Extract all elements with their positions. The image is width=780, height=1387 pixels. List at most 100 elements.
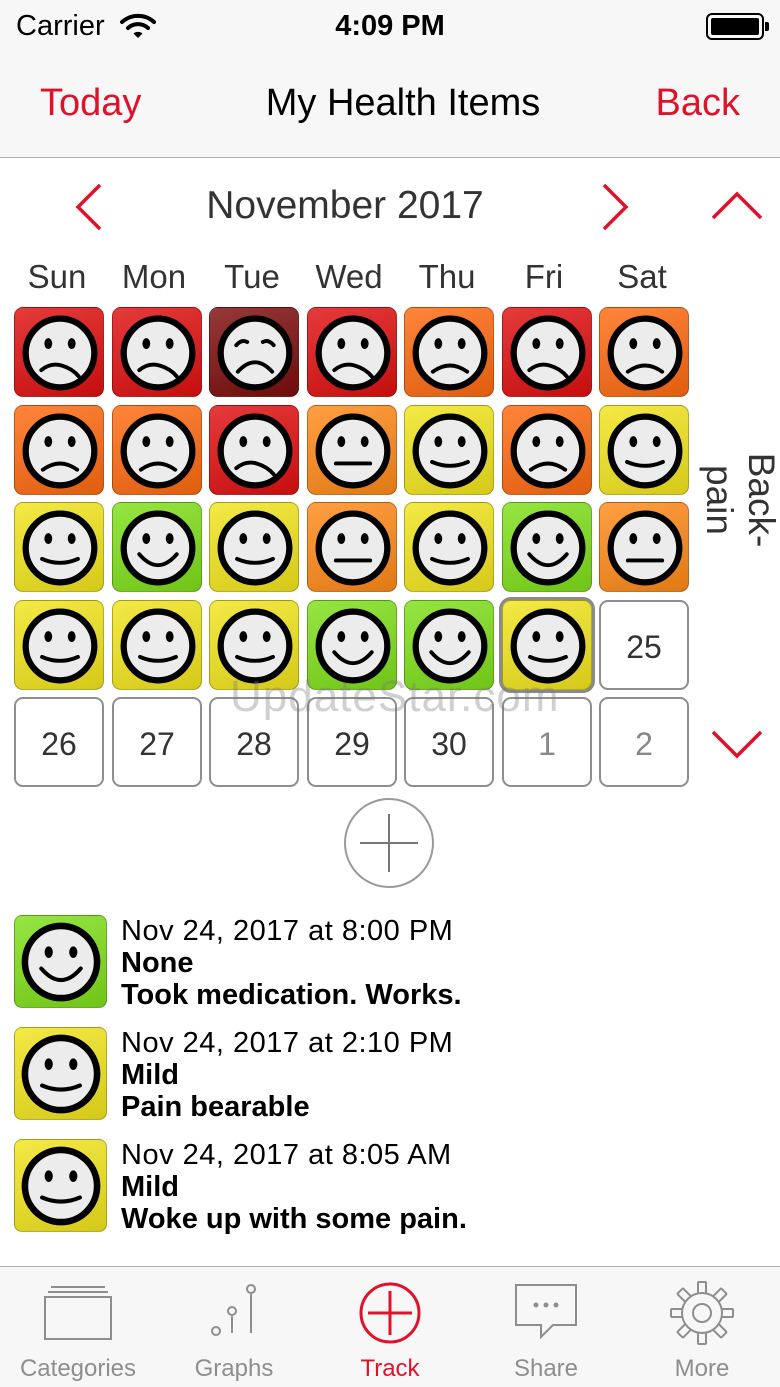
calendar-day-cell[interactable]: 27 <box>112 697 202 787</box>
month-title: November 2017 <box>206 184 484 227</box>
tab-share[interactable]: Share <box>468 1267 624 1387</box>
day-number: 30 <box>431 726 467 762</box>
entry-row[interactable]: Nov 24, 2017 at 8:05 AM Mild Woke up with … <box>14 1139 764 1235</box>
entry-row[interactable]: Nov 24, 2017 at 2:10 PM Mild Pain bearable <box>14 1027 764 1123</box>
happy-face-icon <box>120 510 196 586</box>
tab-bar: Categories Graphs Track Share More <box>0 1266 780 1387</box>
weekday-label: Thu <box>418 258 476 295</box>
calendar-day-cell[interactable] <box>307 502 397 592</box>
calendar-day-cell[interactable] <box>502 405 592 495</box>
calendar-day-cell[interactable] <box>404 405 494 495</box>
sad-wavy-face-icon <box>510 315 586 391</box>
calendar-day-cell[interactable] <box>14 502 104 592</box>
entry-date: Nov 24, 2017 at 8:05 AM <box>121 1139 452 1171</box>
calendar-day-cell[interactable] <box>502 307 592 397</box>
tab-categories[interactable]: Categories <box>0 1267 156 1387</box>
cry-face-icon <box>217 315 293 391</box>
mild-face-icon <box>22 510 98 586</box>
weekday-label: Wed <box>315 258 383 295</box>
calendar-day-cell[interactable] <box>112 502 202 592</box>
tab-graphs[interactable]: Graphs <box>156 1267 312 1387</box>
day-number: 29 <box>334 726 370 762</box>
entry-mood-thumbnail <box>14 915 107 1008</box>
calendar-day-cell[interactable] <box>209 405 299 495</box>
tab-label: More <box>674 1355 730 1382</box>
tab-label: Graphs <box>194 1355 274 1382</box>
calendar-day-cell[interactable] <box>14 600 104 690</box>
calendar-day-cell[interactable] <box>404 307 494 397</box>
previous-month-chevron-icon[interactable] <box>72 182 108 237</box>
previous-item-chevron-up-icon[interactable] <box>710 190 764 227</box>
neutral-face-icon <box>315 413 391 489</box>
calendar-day-cell[interactable]: 25 <box>599 600 689 690</box>
share-icon <box>468 1281 624 1345</box>
calendar-day-cell[interactable] <box>112 307 202 397</box>
calendar-day-cell[interactable] <box>14 405 104 495</box>
sad-wavy-face-icon <box>22 315 98 391</box>
add-entry-button[interactable] <box>344 798 434 888</box>
calendar-day-cell[interactable] <box>404 502 494 592</box>
back-button[interactable]: Back <box>656 82 740 125</box>
calendar-day-cell[interactable] <box>307 405 397 495</box>
calendar-day-cell[interactable] <box>112 600 202 690</box>
mild-face-icon <box>21 1034 101 1114</box>
day-number: 28 <box>236 726 272 762</box>
status-bar: Carrier 4:09 PM <box>0 0 780 54</box>
happy-face-icon <box>21 922 101 1002</box>
tab-label: Share <box>513 1355 579 1382</box>
frown-face-icon <box>510 413 586 489</box>
calendar-day-cell[interactable] <box>502 502 592 592</box>
calendar-day-cell[interactable] <box>209 307 299 397</box>
entry-level: Mild <box>121 1059 179 1091</box>
categories-icon <box>0 1281 156 1345</box>
mild-face-icon <box>412 413 488 489</box>
weekday-label: Fri <box>524 258 564 295</box>
day-number: 25 <box>626 629 662 665</box>
neutral-face-icon <box>315 510 391 586</box>
item-label-container: Back-pain <box>640 380 780 580</box>
tab-more[interactable]: More <box>624 1267 780 1387</box>
entry-note: Pain bearable <box>121 1091 310 1123</box>
calendar-day-cell[interactable] <box>307 307 397 397</box>
entry-date: Nov 24, 2017 at 2:10 PM <box>121 1027 454 1059</box>
sad-wavy-face-icon <box>217 413 293 489</box>
frown-face-icon <box>22 413 98 489</box>
entry-mood-thumbnail <box>14 1139 107 1232</box>
sad-wavy-face-icon <box>120 315 196 391</box>
happy-face-icon <box>510 510 586 586</box>
entry-level: Mild <box>121 1171 179 1203</box>
tab-track[interactable]: Track <box>312 1267 468 1387</box>
mild-face-icon <box>120 608 196 684</box>
weekday-label: Mon <box>121 258 187 295</box>
entry-level: None <box>121 947 194 979</box>
plus-icon <box>360 814 418 872</box>
calendar-day-cell[interactable] <box>14 307 104 397</box>
day-number: 27 <box>139 726 175 762</box>
calendar-day-cell[interactable] <box>209 502 299 592</box>
calendar-day-cell[interactable]: 26 <box>14 697 104 787</box>
battery-icon <box>706 13 769 40</box>
weekday-label: Sun <box>27 258 87 295</box>
weekday-label: Tue <box>224 258 280 295</box>
track-icon <box>312 1281 468 1345</box>
frown-face-icon <box>412 315 488 391</box>
day-number: 2 <box>635 726 653 762</box>
next-month-chevron-icon[interactable] <box>596 182 632 237</box>
health-item-label: Back-pain <box>699 452 780 548</box>
tab-label: Track <box>360 1355 420 1382</box>
next-item-chevron-down-icon[interactable] <box>710 728 764 765</box>
navigation-bar: Today My Health Items Back <box>0 54 780 158</box>
sad-wavy-face-icon <box>315 315 391 391</box>
graphs-icon <box>156 1281 312 1345</box>
mild-face-icon <box>21 1146 101 1226</box>
entry-date: Nov 24, 2017 at 8:00 PM <box>121 915 454 947</box>
entry-row[interactable]: Nov 24, 2017 at 8:00 PM None Took medicati… <box>14 915 764 1011</box>
mild-face-icon <box>217 510 293 586</box>
frown-face-icon <box>120 413 196 489</box>
day-number: 26 <box>41 726 77 762</box>
entry-note: Woke up with some pain. <box>121 1203 467 1235</box>
weekday-label: Sat <box>617 258 667 295</box>
calendar-day-cell[interactable] <box>112 405 202 495</box>
mild-face-icon <box>22 608 98 684</box>
calendar-day-cell[interactable]: 2 <box>599 697 689 787</box>
